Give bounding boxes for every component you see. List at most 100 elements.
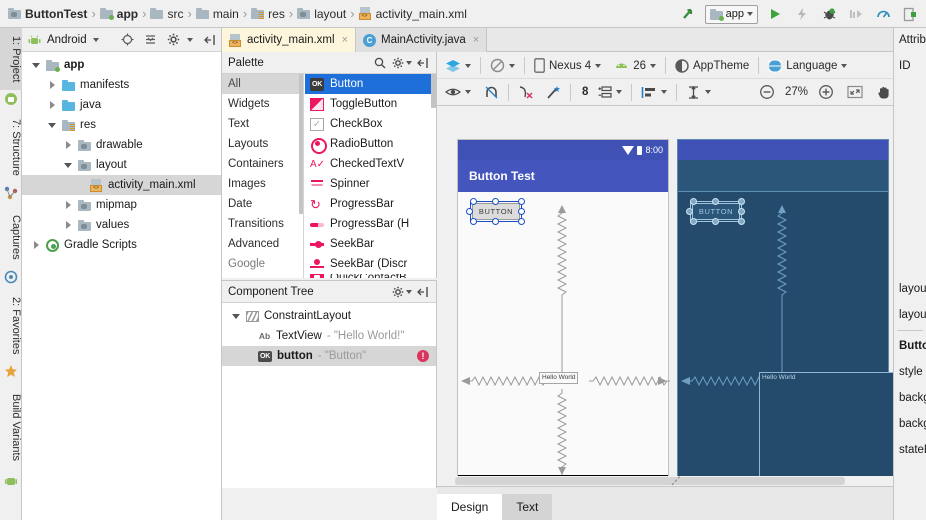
- device-preview-render[interactable]: 8:00 Button Test BUTTON Hello World: [457, 139, 670, 486]
- blueprint-screen[interactable]: BUTTON Hello World: [678, 192, 926, 486]
- run-config-selector[interactable]: app: [704, 4, 758, 24]
- tree-item-mipmap[interactable]: mipmap: [22, 195, 221, 215]
- zoom-out-button[interactable]: [757, 84, 777, 100]
- attribute-row-state-list-animator[interactable]: stateListAnimator: [894, 437, 926, 463]
- tree-item-values[interactable]: values: [22, 215, 221, 235]
- hide-panel-icon[interactable]: [204, 34, 216, 46]
- tree-item-layout[interactable]: layout: [22, 155, 221, 175]
- breadcrumb-item-layout[interactable]: layout: [297, 7, 346, 21]
- theme-label: AppTheme: [692, 59, 750, 72]
- chevron-down-icon[interactable]: [705, 90, 712, 94]
- tab-design[interactable]: Design: [437, 494, 503, 520]
- tree-item-res[interactable]: res: [22, 115, 221, 135]
- tab-mainactivity-java[interactable]: C MainActivity.java ×: [356, 28, 488, 52]
- sidebar-item-build-variants[interactable]: Build Variants: [0, 384, 22, 472]
- locale-selector[interactable]: Language: [766, 59, 849, 73]
- chevron-right-icon[interactable]: [64, 200, 73, 210]
- apply-changes-icon[interactable]: [792, 4, 812, 24]
- guidelines-button[interactable]: [684, 85, 713, 100]
- chevron-right-icon[interactable]: [48, 80, 57, 90]
- orientation-selector[interactable]: [488, 58, 517, 73]
- debug-icon[interactable]: [819, 4, 839, 24]
- tree-item-app[interactable]: app: [22, 55, 221, 75]
- chevron-down-icon[interactable]: [465, 63, 471, 68]
- chevron-right-icon[interactable]: [48, 100, 57, 110]
- breadcrumb-item-app[interactable]: app: [99, 7, 138, 21]
- tab-activity-main-xml[interactable]: <> activity_main.xml ×: [222, 28, 356, 52]
- chevron-down-icon[interactable]: [509, 63, 515, 68]
- settings-gear-icon[interactable]: [167, 33, 180, 46]
- device-screen[interactable]: BUTTON Hello World: [458, 192, 670, 475]
- breadcrumb-item-file[interactable]: <> activity_main.xml: [358, 7, 467, 21]
- chevron-down-icon[interactable]: [32, 61, 41, 70]
- attribute-row-background-tint[interactable]: backgroundTint: [894, 411, 926, 437]
- clear-constraints-icon: [518, 85, 534, 100]
- attribute-row-style[interactable]: style: [894, 359, 926, 385]
- chevron-down-icon[interactable]: [64, 161, 73, 170]
- chevron-down-icon[interactable]: [616, 90, 623, 94]
- chevron-down-icon[interactable]: [92, 37, 99, 42]
- breadcrumb-item-res[interactable]: res: [251, 7, 285, 21]
- update-project-icon[interactable]: [678, 4, 698, 24]
- device-selector[interactable]: Nexus 4: [532, 58, 603, 73]
- sidebar-item-favorites[interactable]: 2: Favorites: [0, 290, 22, 362]
- run-with-coverage-icon[interactable]: [846, 4, 866, 24]
- textview-widget[interactable]: Hello World: [539, 372, 579, 384]
- clear-constraints-button[interactable]: [516, 85, 536, 100]
- tree-item-drawable[interactable]: drawable: [22, 135, 221, 155]
- tab-label: MainActivity.java: [381, 34, 466, 46]
- attribute-row-layout-height[interactable]: layout_height: [894, 302, 926, 328]
- design-mode-selector[interactable]: [443, 59, 473, 73]
- collapse-all-icon[interactable]: [144, 33, 157, 46]
- sidebar-item-captures[interactable]: Captures: [0, 206, 22, 268]
- align-button[interactable]: [639, 85, 669, 100]
- project-view-selector-label[interactable]: Android: [47, 34, 87, 46]
- locate-icon[interactable]: [121, 33, 134, 46]
- theme-selector[interactable]: AppTheme: [673, 58, 751, 73]
- tree-item-activity-main-xml[interactable]: <> activity_main.xml: [22, 175, 221, 195]
- pack-button[interactable]: [595, 85, 624, 100]
- zoom-to-fit-button[interactable]: [845, 85, 865, 99]
- chevron-down-icon[interactable]: [48, 121, 57, 130]
- tree-item-manifests[interactable]: manifests: [22, 75, 221, 95]
- api-selector[interactable]: 26: [612, 60, 658, 72]
- chevron-down-icon[interactable]: [187, 37, 193, 42]
- show-constraints-toggle[interactable]: [443, 86, 473, 98]
- run-button[interactable]: [765, 4, 785, 24]
- autoconnect-toggle[interactable]: [482, 85, 501, 100]
- breadcrumb-item-main[interactable]: main: [195, 7, 239, 21]
- breadcrumb-item-src[interactable]: src: [150, 7, 183, 21]
- chevron-down-icon[interactable]: [661, 90, 668, 94]
- avd-manager-icon[interactable]: [900, 4, 920, 24]
- zoom-in-button[interactable]: [816, 84, 836, 100]
- attribute-row-layout-width[interactable]: layout_width: [894, 276, 926, 302]
- infer-constraints-button[interactable]: [543, 85, 563, 100]
- chevron-down-icon[interactable]: [841, 63, 848, 68]
- design-canvas[interactable]: 8:00 Button Test BUTTON Hello World BUTT…: [437, 106, 926, 486]
- breadcrumb-separator: ›: [142, 6, 147, 21]
- sidebar-item-structure[interactable]: 7: Structure: [0, 110, 22, 184]
- profiler-icon[interactable]: [873, 4, 893, 24]
- sidebar-item-project[interactable]: 1: Project: [0, 28, 22, 90]
- attribute-row-background[interactable]: background: [894, 385, 926, 411]
- breadcrumb-item-project[interactable]: ButtonTest: [8, 7, 87, 21]
- android-icon: [4, 92, 18, 106]
- folder-icon: [78, 139, 91, 151]
- attribute-row-id[interactable]: ID: [894, 52, 926, 80]
- chevron-down-icon[interactable]: [465, 90, 471, 94]
- canvas-resize-grip[interactable]: [669, 474, 689, 486]
- chevron-down-icon[interactable]: [595, 63, 602, 68]
- close-icon[interactable]: ×: [473, 34, 479, 46]
- chevron-right-icon[interactable]: [32, 240, 41, 250]
- close-icon[interactable]: ×: [342, 34, 348, 46]
- chevron-down-icon[interactable]: [649, 63, 656, 68]
- pan-button[interactable]: [874, 85, 893, 100]
- chevron-right-icon[interactable]: [64, 220, 73, 230]
- tree-item-java[interactable]: java: [22, 95, 221, 115]
- tab-text[interactable]: Text: [502, 494, 553, 520]
- blueprint-preview-render[interactable]: BUTTON Hello World: [677, 139, 926, 486]
- chevron-right-icon[interactable]: [64, 140, 73, 150]
- guideline-icon: [686, 85, 701, 100]
- default-margin-value[interactable]: 8: [582, 86, 588, 98]
- tree-item-gradle-scripts[interactable]: Gradle Scripts: [22, 235, 221, 255]
